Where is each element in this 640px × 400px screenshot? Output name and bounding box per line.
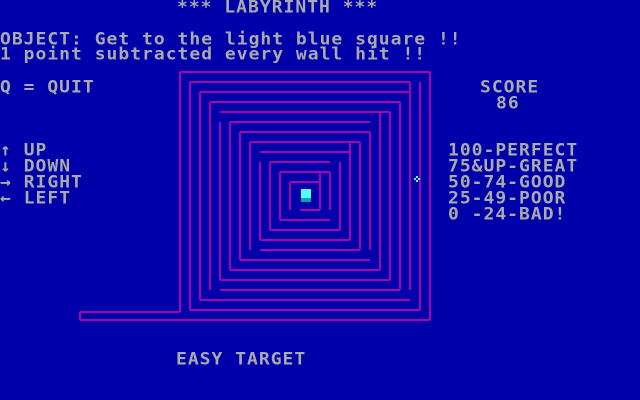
maze: [79, 71, 431, 321]
game-screen: *** LABYRINTH *** OBJECT: Get to the lig…: [0, 0, 640, 400]
maze-walls: [79, 71, 431, 321]
target-square-shade: [301, 198, 311, 202]
